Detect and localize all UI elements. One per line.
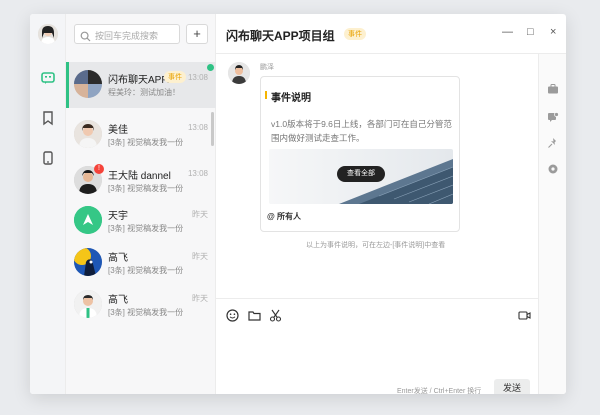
list-scrollbar[interactable]	[211, 112, 214, 146]
folder-icon[interactable]	[248, 309, 261, 322]
search-input[interactable]: 按回车完成搜索	[74, 24, 180, 44]
app-window: 按回车完成搜索 + 闪布聊天APP... 事件 13:08 程美玲：测试加油！ …	[30, 14, 566, 394]
side-tools	[538, 54, 566, 394]
user-avatar[interactable]	[38, 24, 58, 44]
conversation-preview: [3条] 视觉稿发我一份	[108, 308, 184, 317]
conversation-name: 高飞	[108, 253, 128, 264]
contact-avatar	[74, 120, 102, 148]
scissors-icon[interactable]	[269, 309, 282, 322]
add-conversation-button[interactable]: +	[186, 24, 208, 44]
conversation-item[interactable]: 天宇 昨天 [3条] 视觉稿发我一份	[66, 198, 216, 244]
conversation-item[interactable]: 闪布聊天APP... 事件 13:08 程美玲：测试加油！	[66, 62, 216, 108]
conversation-time: 13:08	[187, 73, 208, 82]
maximize-button[interactable]: □	[527, 26, 534, 38]
conversation-time: 昨天	[192, 252, 208, 261]
event-tag: 事件	[164, 71, 186, 83]
system-note: 以上为事件说明，可在左边-[事件说明]中查看	[306, 242, 446, 249]
settings-icon[interactable]	[547, 162, 559, 174]
chat-notes-icon[interactable]	[547, 110, 559, 122]
search-icon	[80, 29, 91, 42]
contact-avatar	[74, 206, 102, 234]
close-button[interactable]: ×	[550, 26, 556, 38]
sender-name: 鹏泽	[260, 64, 274, 71]
event-card[interactable]: 事件说明 v1.0版本将于9.6日上线，各部门可在自己分管范围内做好测试走查工作…	[260, 76, 460, 232]
conversation-name: 天宇	[108, 211, 128, 222]
card-body: v1.0版本将于9.6日上线，各部门可在自己分管范围内做好测试走查工作。	[271, 119, 452, 143]
conversation-preview: [3条] 视觉稿发我一份	[108, 184, 184, 193]
contact-avatar	[74, 290, 102, 318]
contact-avatar	[74, 248, 102, 276]
group-avatar	[74, 70, 102, 98]
view-all-button[interactable]: 查看全部	[337, 166, 385, 182]
conversation-name: 王大陆 dannel	[108, 171, 171, 182]
conversation-preview: 程美玲：测试加油！	[108, 88, 180, 97]
conversation-preview: [3条] 视觉稿发我一份	[108, 266, 184, 275]
alert-badge: !	[94, 164, 104, 174]
conversation-list: 按回车完成搜索 + 闪布聊天APP... 事件 13:08 程美玲：测试加油！ …	[66, 14, 216, 394]
chat-header: 闪布聊天APP项目组 事件 — □ ×	[216, 14, 566, 54]
emoji-icon[interactable]	[226, 309, 239, 322]
search-placeholder: 按回车完成搜索	[95, 31, 159, 41]
briefcase-icon[interactable]	[547, 82, 559, 94]
bookmark-icon[interactable]	[40, 110, 56, 126]
chat-panel: 闪布聊天APP项目组 事件 — □ × 鹏泽 事件说明 v1.0版本将于9.6日…	[216, 14, 566, 394]
online-dot	[207, 64, 214, 71]
conversation-preview: [3条] 视觉稿发我一份	[108, 138, 184, 147]
chat-title: 闪布聊天APP项目组	[226, 29, 335, 43]
minimize-button[interactable]: —	[502, 26, 513, 38]
phone-icon[interactable]	[40, 150, 56, 166]
conversation-time: 昨天	[192, 294, 208, 303]
conversation-item[interactable]: 美佳 13:08 [3条] 视觉稿发我一份	[66, 112, 216, 158]
conversation-item[interactable]: 高飞 昨天 [3条] 视觉稿发我一份	[66, 240, 216, 286]
nav-rail	[30, 14, 66, 394]
conversation-time: 13:08	[187, 169, 208, 178]
send-button[interactable]: 发送	[494, 379, 530, 394]
conversation-name: 美佳	[108, 125, 128, 136]
event-tag: 事件	[344, 28, 366, 40]
conversation-item[interactable]: 高飞 昨天 [3条] 视觉稿发我一份	[66, 282, 216, 328]
pin-icon[interactable]	[547, 136, 559, 148]
conversation-time: 昨天	[192, 210, 208, 219]
mention-all: @ 所有人	[267, 212, 302, 221]
conversation-name: 高飞	[108, 295, 128, 306]
card-title: 事件说明	[265, 89, 311, 104]
chat-icon[interactable]	[40, 70, 56, 86]
sender-avatar[interactable]	[228, 62, 250, 84]
send-hint: Enter发送 / Ctrl+Enter 换行	[397, 388, 482, 394]
video-icon[interactable]	[518, 309, 531, 322]
conversation-preview: [3条] 视觉稿发我一份	[108, 224, 184, 233]
conversation-time: 13:08	[187, 123, 208, 132]
message-composer[interactable]: Enter发送 / Ctrl+Enter 换行 发送	[216, 298, 538, 394]
